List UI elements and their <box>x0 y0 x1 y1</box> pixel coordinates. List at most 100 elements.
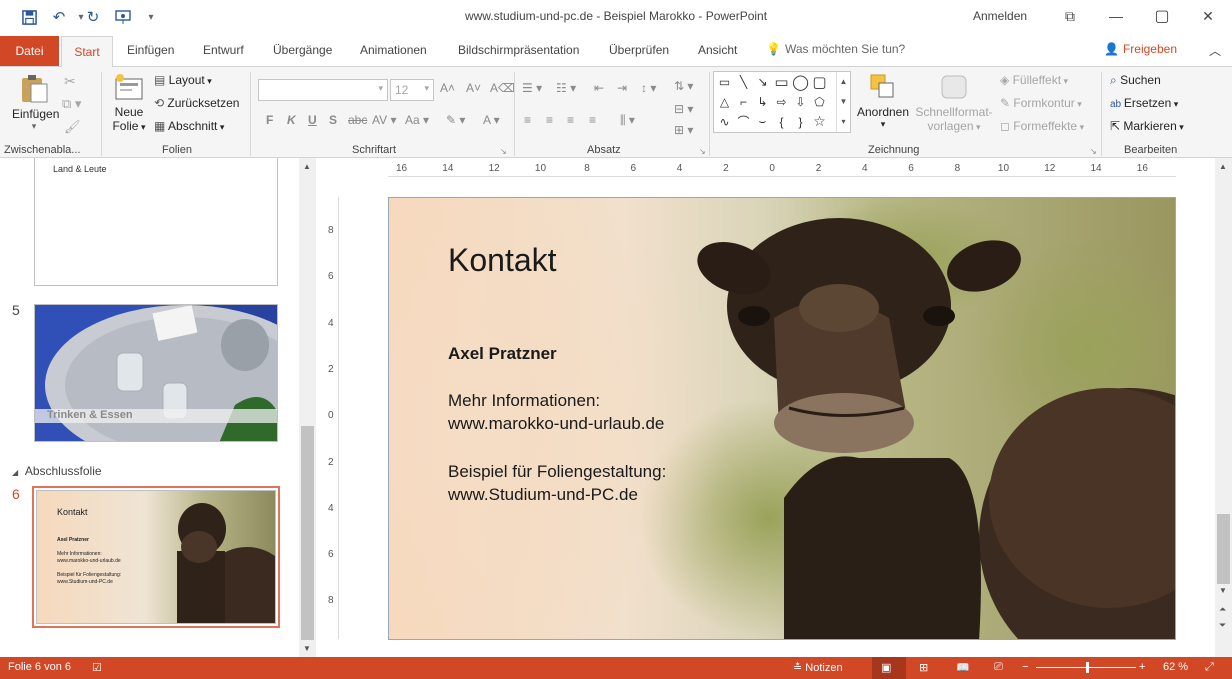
quick-styles-button[interactable]: Schnellformat- vorlagen ▾ <box>912 73 996 133</box>
scrollbar-thumb[interactable] <box>301 426 314 640</box>
justify-icon[interactable]: ≡ <box>589 113 596 127</box>
arc-shape-icon[interactable]: ⌒ <box>735 114 752 129</box>
tab-file[interactable]: Datei <box>0 36 59 66</box>
info-label[interactable]: Mehr Informationen: <box>448 391 600 411</box>
select-button[interactable]: ⇱ Markieren ▾ <box>1110 119 1184 133</box>
bullets-icon[interactable]: ☰ ▾ <box>522 81 542 95</box>
scrollbar-thumb[interactable] <box>1217 514 1230 584</box>
down-arrow-shape-icon[interactable]: ⇩ <box>792 94 809 109</box>
undo-icon[interactable]: ↶ <box>48 7 70 27</box>
columns-icon[interactable]: ⫼ ▾ <box>620 113 635 128</box>
slide-thumbnail-6-selected[interactable]: Kontakt Axel Pratzner Mehr Informationen… <box>32 486 280 628</box>
scroll-down-icon[interactable]: ▼ <box>303 644 311 653</box>
right-arrow-shape-icon[interactable]: ⇨ <box>773 94 790 109</box>
zoom-in-icon[interactable]: + <box>1139 661 1145 673</box>
new-slide-button[interactable]: Neue Folie ▾ <box>108 73 150 133</box>
shapes-gallery[interactable]: ▭ ╲ ↘ ▭ ◯ ▢ △ ⌐ ↳ ⇨ ⇩ ⬠ ∿ ⌒ ⌣ { } ☆ ▲ ▼ ▾ <box>713 71 851 133</box>
triangle-shape-icon[interactable]: △ <box>716 94 733 109</box>
dialog-launcher-icon[interactable]: ↘ <box>500 147 507 156</box>
contact-name[interactable]: Axel Pratzner <box>448 344 557 364</box>
line-shape-icon[interactable]: ╲ <box>735 74 752 89</box>
shape-effects-button[interactable]: ◻ Formeffekte ▾ <box>1000 119 1084 133</box>
dialog-launcher-icon[interactable]: ↘ <box>1090 147 1097 156</box>
tab-home[interactable]: Start <box>61 36 113 67</box>
shapes-scroll[interactable]: ▲ ▼ ▾ <box>836 72 850 132</box>
brace-right-shape-icon[interactable]: } <box>792 114 809 129</box>
minimize-button[interactable]: — <box>1094 4 1138 28</box>
signin-link[interactable]: Anmelden <box>973 9 1027 23</box>
italic-button[interactable]: K <box>287 113 296 127</box>
elbow-shape-icon[interactable]: ↳ <box>754 94 771 109</box>
ribbon-display-options-icon[interactable]: ⧉ <box>1048 4 1092 28</box>
grow-font-icon[interactable]: A˄ <box>440 81 455 95</box>
section-header[interactable]: ◢ Abschlussfolie <box>12 464 102 478</box>
font-size-combobox[interactable]: 12 ▾ <box>390 79 434 101</box>
tab-view[interactable]: Ansicht <box>698 43 737 57</box>
strikethrough-button[interactable]: abc <box>348 113 367 127</box>
zoom-slider-knob[interactable] <box>1086 662 1090 673</box>
shape-fill-button[interactable]: ◈ Fülleffekt ▾ <box>1000 73 1068 87</box>
save-icon[interactable] <box>18 7 40 27</box>
example-url[interactable]: www.Studium-und-PC.de <box>448 485 638 505</box>
tab-insert[interactable]: Einfügen <box>127 43 174 57</box>
slideshow-view-icon[interactable]: ⎚ <box>994 661 1003 674</box>
zoom-level[interactable]: 62 % <box>1163 661 1188 673</box>
redo-icon[interactable]: ↻ <box>82 7 104 27</box>
highlight-icon[interactable]: ✎ ▾ <box>446 113 465 127</box>
slide-canvas[interactable]: Kontakt Axel Pratzner Mehr Informationen… <box>388 197 1176 640</box>
paste-button[interactable]: Einfügen ▾ <box>12 73 59 132</box>
shrink-font-icon[interactable]: A˅ <box>466 81 481 95</box>
align-text-icon[interactable]: ⊟ ▾ <box>674 102 693 116</box>
fit-slide-icon[interactable]: ⤢ <box>1205 661 1214 674</box>
arrange-button[interactable]: Anordnen ▾ <box>856 73 910 130</box>
share-button[interactable]: 👤 Freigeben <box>1104 42 1177 56</box>
previous-slide-icon[interactable]: ⏶ <box>1219 604 1226 615</box>
example-label[interactable]: Beispiel für Foliengestaltung: <box>448 462 666 482</box>
normal-view-icon[interactable]: ▣ <box>881 661 891 674</box>
find-button[interactable]: ⌕ Suchen <box>1110 73 1161 88</box>
star-shape-icon[interactable]: ☆ <box>811 113 828 129</box>
collapse-ribbon-icon[interactable]: ︿ <box>1209 42 1221 59</box>
slide-sorter-icon[interactable]: ⊞ <box>919 661 928 674</box>
shape-outline-button[interactable]: ✎ Formkontur ▾ <box>1000 96 1082 110</box>
tab-transitions[interactable]: Übergänge <box>273 43 332 57</box>
underline-button[interactable]: U <box>308 113 317 127</box>
line-spacing-icon[interactable]: ↕ ▾ <box>641 81 656 95</box>
notes-button[interactable]: ≛ Notizen <box>793 661 843 674</box>
freeform-shape-icon[interactable]: ∿ <box>716 114 733 129</box>
curve-shape-icon[interactable]: ⌣ <box>754 114 771 129</box>
reading-view-icon[interactable]: 📖 <box>956 661 970 674</box>
increase-indent-icon[interactable]: ⇥ <box>617 81 627 95</box>
scroll-up-icon[interactable]: ▲ <box>1219 162 1227 171</box>
spellcheck-icon[interactable]: ☑ <box>92 661 102 674</box>
scroll-down-icon[interactable]: ▼ <box>1219 586 1227 595</box>
editor-scrollbar[interactable]: ▲ ▼ ⏶ ⏷ <box>1215 158 1232 657</box>
pentagon-shape-icon[interactable]: ⬠ <box>811 94 828 109</box>
next-slide-icon[interactable]: ⏷ <box>1219 620 1226 631</box>
clear-format-icon[interactable]: A⌫ <box>490 81 515 95</box>
font-color-icon[interactable]: A ▾ <box>483 113 500 127</box>
tab-design[interactable]: Entwurf <box>203 43 244 57</box>
replace-button[interactable]: ab Ersetzen ▾ <box>1110 96 1178 110</box>
copy-icon[interactable]: ⧉ ▾ <box>62 96 81 112</box>
change-case-icon[interactable]: Aa ▾ <box>405 113 429 127</box>
tab-slideshow[interactable]: Bildschirmpräsentation <box>458 43 579 57</box>
dialog-launcher-icon[interactable]: ↘ <box>699 147 706 156</box>
section-button[interactable]: ▦ Abschnitt ▾ <box>154 119 224 133</box>
font-name-combobox[interactable]: ▾ <box>258 79 388 101</box>
align-center-icon[interactable]: ≡ <box>546 113 553 127</box>
layout-button[interactable]: ▤ Layout ▾ <box>154 73 212 87</box>
tab-review[interactable]: Überprüfen <box>609 43 669 57</box>
cut-icon[interactable]: ✂ <box>64 73 76 90</box>
reset-button[interactable]: ⟲ Zurücksetzen <box>154 96 239 110</box>
maximize-button[interactable]: ▢ <box>1140 4 1184 28</box>
scroll-up-icon[interactable]: ▲ <box>303 162 311 171</box>
smartart-icon[interactable]: ⊞ ▾ <box>674 123 693 137</box>
slide-title[interactable]: Kontakt <box>448 242 557 279</box>
presentation-start-icon[interactable] <box>112 7 134 27</box>
rounded-rect-shape-icon[interactable]: ▢ <box>811 74 828 91</box>
zoom-out-icon[interactable]: − <box>1022 661 1028 673</box>
text-direction-icon[interactable]: ⇅ ▾ <box>674 79 693 93</box>
align-right-icon[interactable]: ≡ <box>567 113 574 127</box>
close-button[interactable]: ✕ <box>1186 4 1230 28</box>
